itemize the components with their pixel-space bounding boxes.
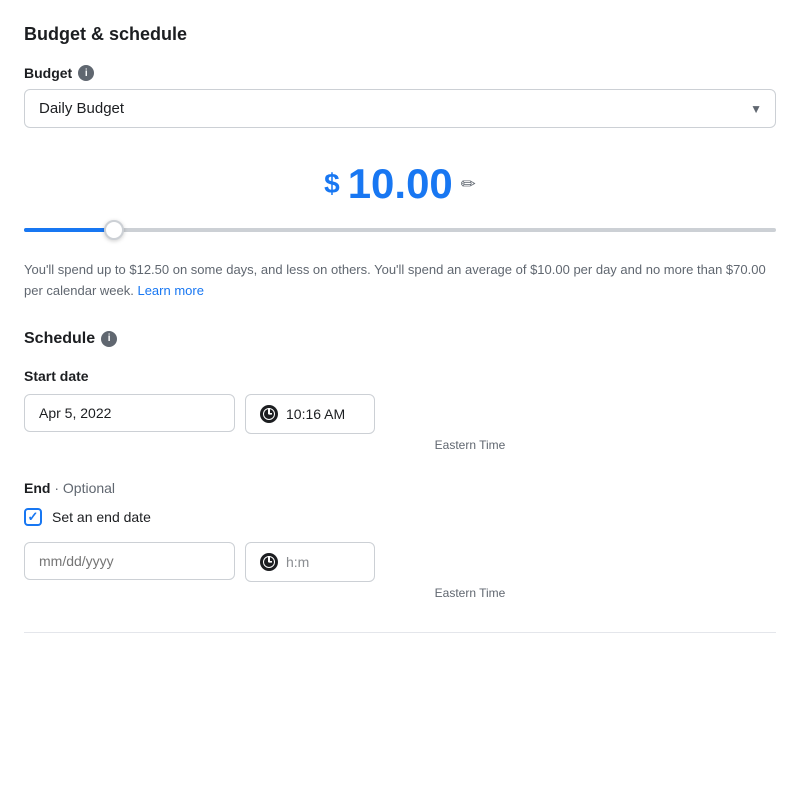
budget-slider-track [24, 228, 776, 232]
budget-dollar-sign: $ [324, 168, 340, 200]
set-end-date-label: Set an end date [52, 509, 151, 525]
end-label-text: End [24, 480, 50, 496]
budget-amount-display: $ 10.00 ✏ [24, 160, 776, 208]
budget-amount-value: 10.00 [348, 160, 453, 208]
end-timezone-label: Eastern Time [24, 586, 776, 600]
start-date-input[interactable] [24, 394, 235, 432]
learn-more-link[interactable]: Learn more [137, 283, 203, 298]
budget-slider-wrapper [24, 228, 776, 232]
budget-label: Budget i [24, 65, 776, 81]
checkmark-icon: ✓ [28, 509, 39, 525]
budget-description: You'll spend up to $12.50 on some days, … [24, 260, 776, 302]
end-date-section: End · Optional ✓ Set an end date [24, 480, 776, 600]
budget-info-icon[interactable]: i [78, 65, 94, 81]
end-time-placeholder: h:m [286, 554, 309, 570]
budget-slider-fill [24, 228, 114, 232]
end-optional-text: · Optional [54, 480, 115, 496]
budget-type-select[interactable]: Daily BudgetLifetime Budget [24, 89, 776, 128]
start-date-section: Start date 10:16 AM Eastern Time [24, 368, 776, 452]
schedule-info-icon[interactable]: i [101, 331, 117, 347]
start-date-time-row: 10:16 AM [24, 394, 776, 434]
end-time-input[interactable]: h:m [245, 542, 375, 582]
start-timezone-label: Eastern Time [24, 438, 776, 452]
budget-description-text: You'll spend up to $12.50 on some days, … [24, 262, 766, 298]
end-label: End · Optional [24, 480, 776, 496]
section-divider [24, 632, 776, 633]
end-date-time-row: h:m [24, 542, 776, 582]
start-clock-icon [260, 405, 278, 423]
budget-type-select-wrapper: Daily BudgetLifetime Budget ▼ [24, 89, 776, 128]
end-date-input[interactable] [24, 542, 235, 580]
schedule-label: Schedule i [24, 330, 776, 348]
budget-label-text: Budget [24, 65, 72, 81]
schedule-section: Schedule i Start date 10:16 AM [24, 330, 776, 600]
schedule-label-text: Schedule [24, 330, 95, 348]
start-time-text: 10:16 AM [286, 406, 345, 422]
start-date-label: Start date [24, 368, 776, 384]
page-title: Budget & schedule [24, 24, 776, 45]
start-time-input[interactable]: 10:16 AM [245, 394, 375, 434]
budget-slider-thumb[interactable] [104, 220, 124, 240]
set-end-date-checkbox[interactable]: ✓ [24, 508, 42, 526]
budget-edit-icon[interactable]: ✏ [461, 174, 476, 195]
budget-section: Budget i Daily BudgetLifetime Budget ▼ $… [24, 65, 776, 302]
set-end-date-checkbox-row[interactable]: ✓ Set an end date [24, 508, 776, 526]
end-clock-icon [260, 553, 278, 571]
